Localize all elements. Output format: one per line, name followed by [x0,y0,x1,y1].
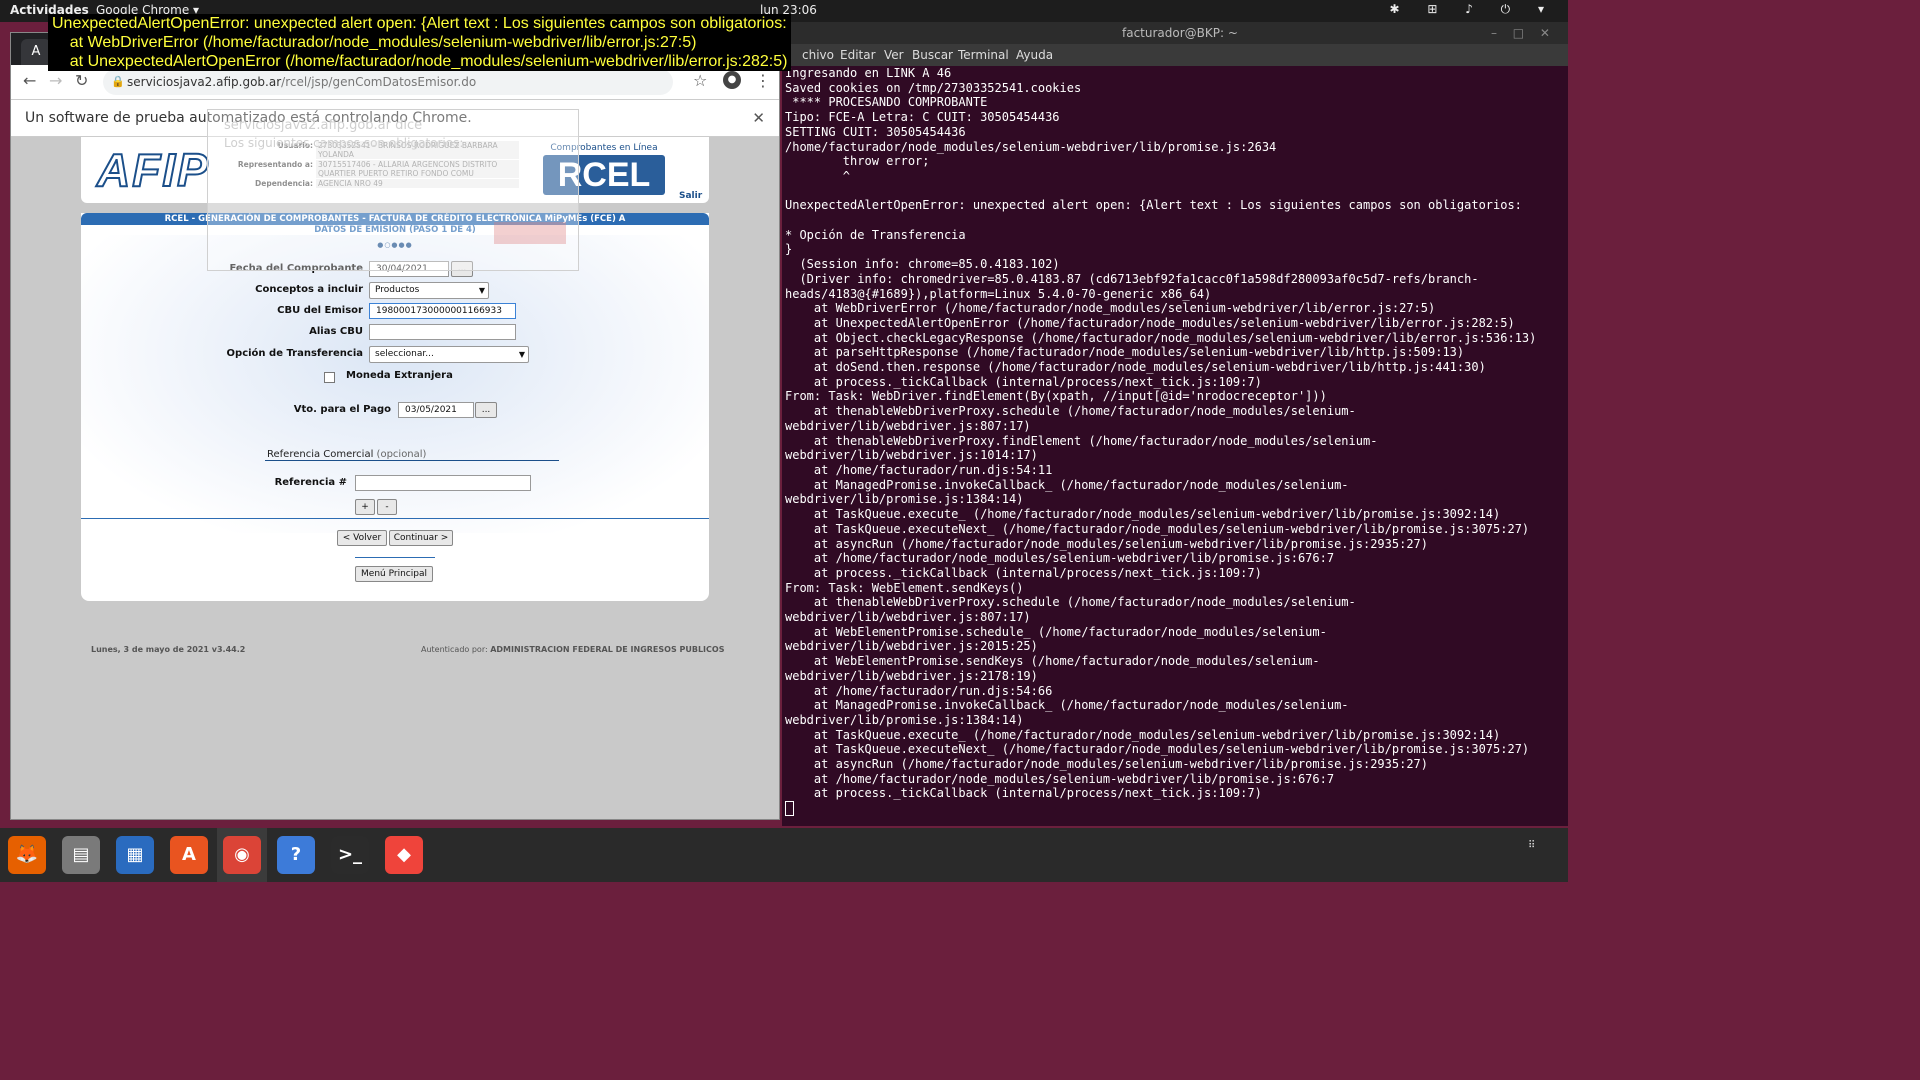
referencia-remove-button[interactable]: - [377,499,397,515]
window-controls[interactable]: – □ ✕ [1491,26,1556,40]
alert-accept-button[interactable] [494,222,566,244]
back-icon[interactable]: ← [23,71,36,90]
afip-logo: AFIP [96,143,210,197]
moneda-extranjera-label: Moneda Extranjera [346,370,453,381]
salir-link[interactable]: Salir [679,191,702,201]
conceptos-label: Conceptos a incluir [255,284,363,295]
reload-icon[interactable]: ↻ [75,71,88,90]
chrome-window: A ← → ↻ 🔒 serviciosjava2.afip.gob.ar/rcel… [10,32,780,820]
url-domain: serviciosjava2.afip.gob.ar [127,75,282,89]
terminal-cursor [785,801,794,817]
taskbar-dock: 🦊 ▤ ▦ A ◉ ? >_ ◆ ⠿ [0,828,1568,882]
menu-ver[interactable]: Ver [884,48,904,62]
page-viewport: serviciosjava2.afip.gob.ar dice Los sigu… [11,109,779,819]
files-icon[interactable]: ▤ [62,836,100,874]
moneda-extranjera-checkbox[interactable] [324,372,335,383]
software-center-icon[interactable]: A [170,836,208,874]
system-tray-icons[interactable]: ✱ ⊞ ♪ ⏻ ▾ [1389,2,1556,17]
kebab-menu-icon[interactable]: ⋮ [755,71,771,90]
opcion-transferencia-label: Opción de Transferencia [226,348,363,359]
alias-label: Alias CBU [309,326,363,337]
cbu-input[interactable]: 1980001730000001166933 [369,303,516,319]
show-applications-icon[interactable]: ⠿ [1528,841,1554,868]
conceptos-selected: Productos [375,285,420,295]
terminal-titlebar: facturador@BKP: ~ – □ ✕ [782,22,1568,44]
overlay-line: UnexpectedAlertOpenError: unexpected ale… [52,15,787,32]
chrome-icon[interactable]: ◉ [223,836,261,874]
volver-button[interactable]: < Volver [337,530,387,546]
infobar-close-icon[interactable]: ✕ [752,100,765,136]
terminal-title: facturador@BKP: ~ [1122,26,1238,40]
profile-avatar-icon[interactable]: ● [723,71,741,89]
referencia-divider [265,460,559,461]
cbu-label: CBU del Emisor [277,305,363,316]
referencia-title: Referencia Comercial [267,449,374,460]
alert-message: Los siguientes campos son obligatorios: [224,136,464,150]
browser-tab[interactable]: A [21,39,51,65]
form-divider [355,557,435,558]
overlay-line: at WebDriverError (/home/facturador/node… [52,34,697,51]
firefox-icon[interactable]: 🦊 [8,836,46,874]
menu-buscar[interactable]: Buscar [912,48,953,62]
menu-editar[interactable]: Editar [840,48,876,62]
menu-archivo[interactable]: chivo [802,48,834,62]
vto-label: Vto. para el Pago [293,404,391,415]
opcion-selected: seleccionar... [375,349,434,359]
vto-input[interactable]: 03/05/2021 [398,402,474,418]
writer-icon[interactable]: ▦ [116,836,154,874]
referencia-add-button[interactable]: + [355,499,375,515]
alert-title: serviciosjava2.afip.gob.ar dice [224,118,423,133]
anydesk-icon[interactable]: ◆ [385,836,423,874]
terminal-text: Ingresando en LINK A 46 Saved cookies on… [785,66,1537,801]
conceptos-select[interactable]: Productos ▼ [369,282,489,299]
error-overlay: UnexpectedAlertOpenError: unexpected ale… [48,14,792,71]
terminal-scrollbar[interactable] [1562,66,1568,826]
referencia-label: Referencia # [274,477,347,488]
referencia-optional: (opcional) [376,449,427,460]
menu-principal-button[interactable]: Menú Principal [355,566,433,582]
terminal-output[interactable]: Ingresando en LINK A 46 Saved cookies on… [782,66,1562,826]
forward-icon[interactable]: → [49,71,62,90]
overlay-line: at UnexpectedAlertOpenError (/home/factu… [52,53,788,70]
vto-picker-button[interactable]: ... [475,402,497,418]
page-footer-auth: Autenticado por: ADMINISTRACION FEDERAL … [421,645,724,654]
terminal-menubar: chivo Editar Ver Buscar Terminal Ayuda [782,44,1568,66]
form-panel: RCEL - GENERACIÓN DE COMPROBANTES - FACT… [81,213,709,601]
referencia-input[interactable] [355,475,531,491]
chevron-down-icon: ▼ [478,286,485,295]
terminal-icon[interactable]: >_ [331,836,369,874]
footer-auth-org: ADMINISTRACION FEDERAL DE INGRESOS PUBLI… [490,645,725,654]
menu-terminal[interactable]: Terminal [958,48,1009,62]
bookmark-star-icon[interactable]: ☆ [693,71,707,90]
alert-dialog-ghost: serviciosjava2.afip.gob.ar dice Los sigu… [207,109,579,271]
address-bar[interactable]: 🔒 serviciosjava2.afip.gob.ar/rcel/jsp/gen… [103,69,673,95]
menu-ayuda[interactable]: Ayuda [1016,48,1053,62]
page-footer-date: Lunes, 3 de mayo de 2021 v3.44.2 [91,645,246,654]
opcion-transferencia-select[interactable]: seleccionar... ▼ [369,346,529,363]
lock-icon[interactable]: 🔒 [111,69,125,95]
referencia-section-title: Referencia Comercial (opcional) [267,449,426,460]
help-icon[interactable]: ? [277,836,315,874]
url-path: /rcel/jsp/genComDatosEmisor.do [281,75,477,89]
chevron-down-icon: ▼ [518,350,525,359]
alias-input[interactable] [369,324,516,340]
form-divider [81,518,709,519]
continuar-button[interactable]: Continuar > [389,530,453,546]
footer-auth-prefix: Autenticado por: [421,645,488,654]
